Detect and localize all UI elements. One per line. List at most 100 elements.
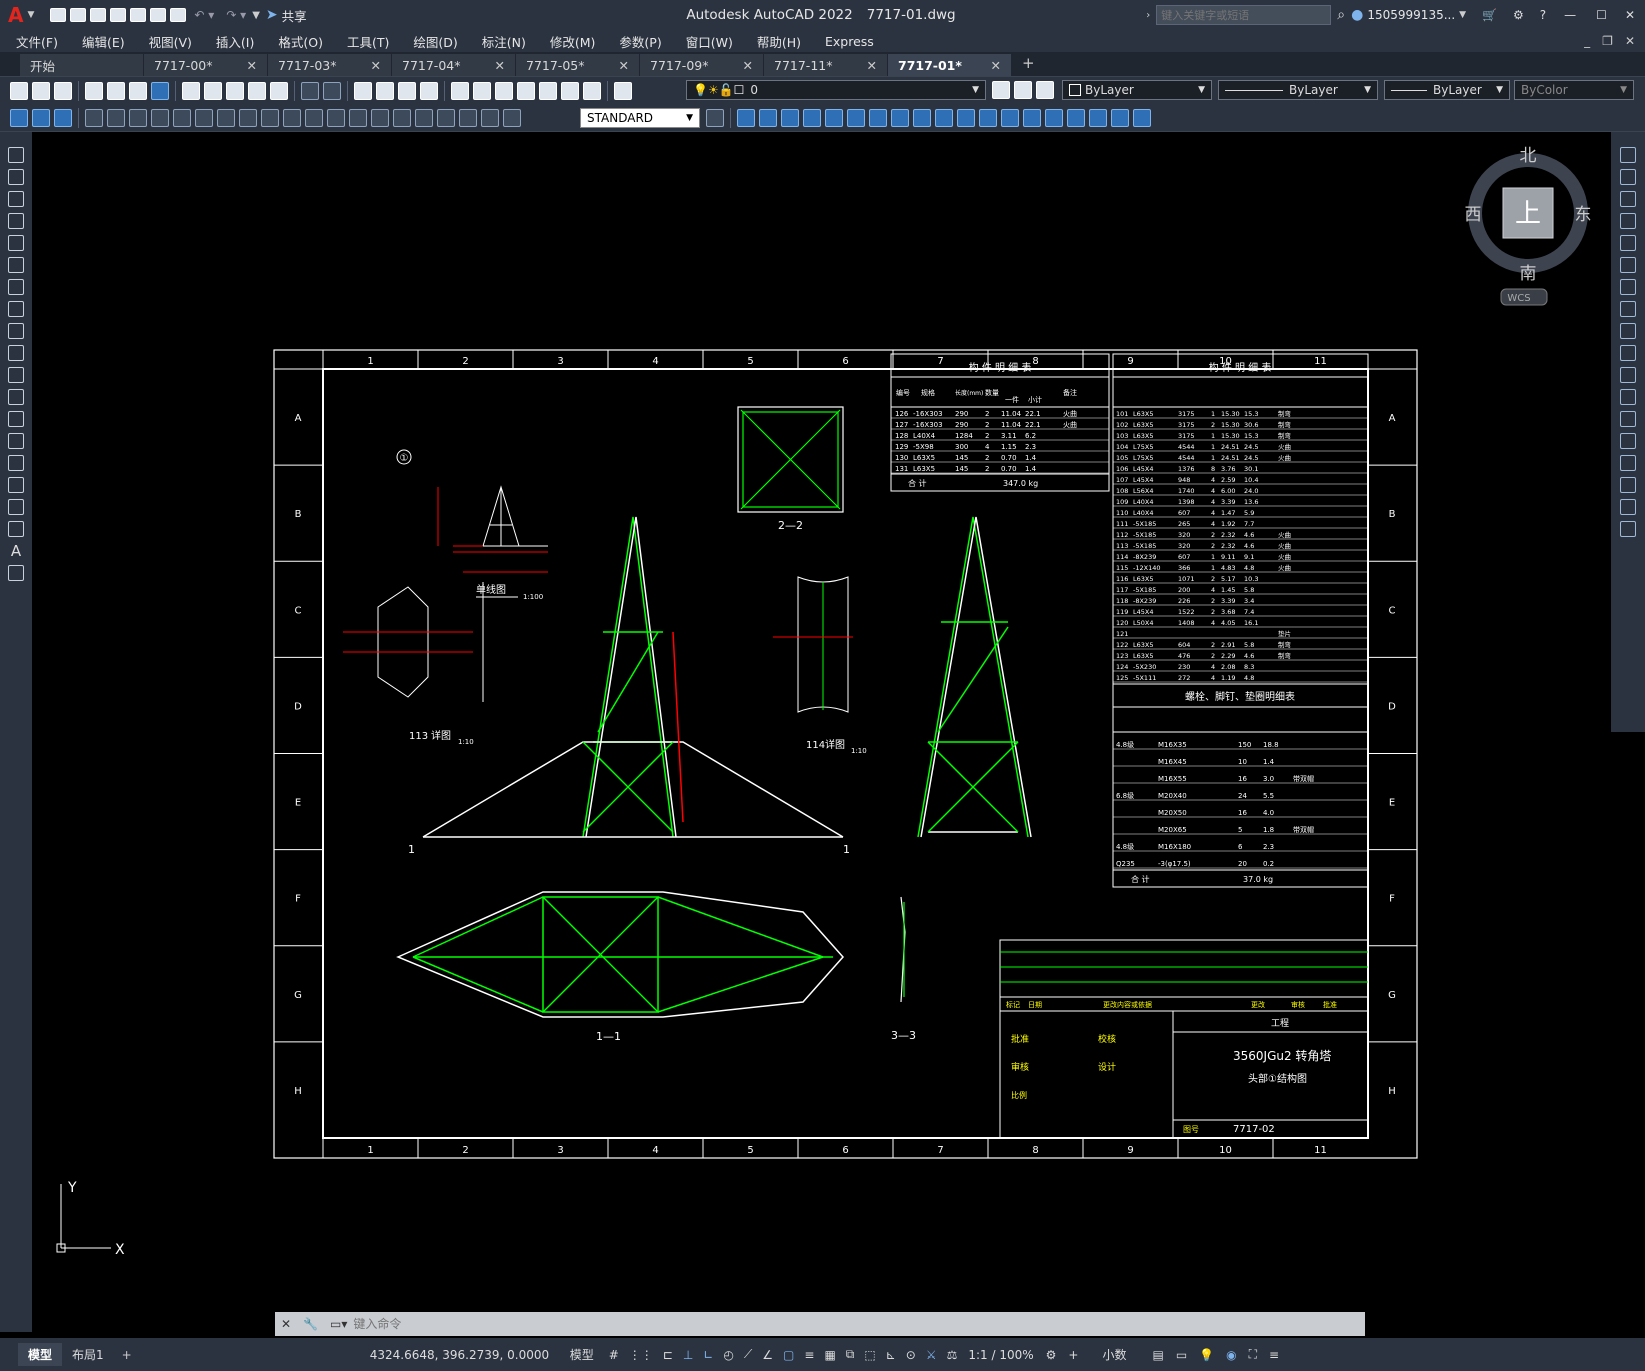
move-side-icon[interactable]	[1620, 257, 1636, 273]
tool-palettes-icon[interactable]	[495, 82, 513, 100]
plotstyle-dropdown[interactable]: ByColor ▼	[1514, 80, 1634, 100]
array-icon[interactable]	[803, 109, 821, 127]
viewcube-south[interactable]: 南	[1520, 264, 1537, 284]
coordinates[interactable]: 4324.6648, 396.2739, 0.0000	[370, 1348, 570, 1362]
gizmo-icon[interactable]: ⊙	[906, 1348, 916, 1362]
menu-modify[interactable]: 修改(M)	[538, 32, 608, 51]
publish-icon[interactable]	[129, 82, 147, 100]
polar-icon[interactable]: ◴	[723, 1348, 733, 1362]
construction-line-icon[interactable]	[8, 169, 24, 185]
sheet-set-icon[interactable]	[517, 82, 535, 100]
customize-qat-icon[interactable]: ▼	[252, 10, 260, 21]
blend-icon[interactable]	[1045, 109, 1063, 127]
draworder-icon[interactable]	[10, 109, 28, 127]
polyline-icon[interactable]	[8, 191, 24, 207]
match-prop-icon[interactable]	[248, 82, 266, 100]
jogged-linear-icon[interactable]	[437, 109, 455, 127]
qnew-icon[interactable]	[10, 82, 28, 100]
tab-layout1[interactable]: 布局1	[62, 1343, 114, 1366]
user-chevron-icon[interactable]: ▼	[1459, 10, 1466, 20]
offset-icon[interactable]	[781, 109, 799, 127]
ortho-icon[interactable]: ∟	[703, 1348, 713, 1362]
ellipse-arc-icon[interactable]	[8, 367, 24, 383]
zoom-window-icon[interactable]	[398, 82, 416, 100]
cmd-close-icon[interactable]: ✕	[281, 1317, 291, 1331]
dim-arc-icon[interactable]	[129, 109, 147, 127]
dim-angular-icon[interactable]	[239, 109, 257, 127]
customization-icon[interactable]: ≡	[1269, 1348, 1279, 1362]
maximize-icon[interactable]: ☐	[1596, 8, 1607, 22]
region-icon[interactable]	[8, 499, 24, 515]
otrack-icon[interactable]: ∠	[762, 1348, 773, 1362]
workspace-icon[interactable]: ⚙	[1046, 1348, 1057, 1362]
pan-icon[interactable]	[354, 82, 372, 100]
erase-icon[interactable]	[1089, 109, 1107, 127]
close-icon[interactable]: ✕	[1625, 8, 1635, 22]
properties-icon[interactable]	[451, 82, 469, 100]
trim-icon[interactable]	[913, 109, 931, 127]
dim-edit-icon[interactable]	[459, 109, 477, 127]
fillet-side-icon[interactable]	[1620, 477, 1636, 493]
dim-linear-icon[interactable]	[85, 109, 103, 127]
tab-7717-09[interactable]: 7717-09* ✕	[640, 54, 763, 76]
save-web-icon[interactable]	[150, 8, 167, 22]
dim-break-icon[interactable]	[349, 109, 367, 127]
copy-side-icon[interactable]	[1620, 169, 1636, 185]
tab-close-icon[interactable]: ✕	[371, 58, 381, 73]
edit-polyline-icon[interactable]	[1111, 109, 1129, 127]
polygon-icon[interactable]	[8, 213, 24, 229]
break-icon[interactable]	[957, 109, 975, 127]
menu-insert[interactable]: 插入(I)	[204, 32, 266, 51]
color-dropdown[interactable]: ByLayer ▼	[1062, 80, 1212, 100]
menu-help[interactable]: 帮助(H)	[745, 32, 813, 51]
chamfer-icon[interactable]	[1001, 109, 1019, 127]
share-button[interactable]: 共享	[282, 6, 307, 25]
dynamic-input-icon[interactable]: ⊥	[683, 1348, 693, 1362]
lock-ui-icon[interactable]: ▭	[1176, 1348, 1187, 1362]
a360-icon[interactable]: ⚙	[1513, 8, 1524, 22]
dim-space-icon[interactable]	[327, 109, 345, 127]
make-current-icon[interactable]	[992, 81, 1010, 99]
clean-screen-icon[interactable]: ⛶	[1249, 1347, 1257, 1362]
edit-spline-icon[interactable]	[1133, 109, 1151, 127]
3d-print-icon[interactable]	[151, 82, 169, 100]
new-tab-icon[interactable]: +	[1022, 54, 1035, 72]
mtext-icon[interactable]: A	[11, 542, 21, 560]
autoscale-icon[interactable]: ⚖	[947, 1348, 958, 1362]
scale-side-icon[interactable]	[1620, 301, 1636, 317]
menu-express[interactable]: Express	[813, 34, 886, 49]
center-mark-icon[interactable]	[393, 109, 411, 127]
preview-icon[interactable]	[107, 82, 125, 100]
plot-icon[interactable]	[170, 8, 187, 22]
dim-aligned-icon[interactable]	[107, 109, 125, 127]
isolate-objects-icon[interactable]: 💡	[1199, 1348, 1214, 1362]
ellipse-icon[interactable]	[8, 345, 24, 361]
join-icon[interactable]	[979, 109, 997, 127]
viewcube-east[interactable]: 东	[1575, 205, 1592, 225]
block-editor-icon[interactable]	[270, 82, 288, 100]
stretch-side-icon[interactable]	[1620, 323, 1636, 339]
viewcube[interactable]: 上 北 南 东 西 WCS	[1465, 146, 1592, 306]
extend-side-icon[interactable]	[1620, 367, 1636, 383]
dim-radius-icon[interactable]	[173, 109, 191, 127]
text-front-icon[interactable]	[32, 109, 50, 127]
model-space-toggle[interactable]: 模型	[570, 1346, 594, 1363]
menu-parameter[interactable]: 参数(P)	[607, 32, 673, 51]
arc-icon[interactable]	[8, 257, 24, 273]
dimstyle-icon[interactable]	[706, 109, 724, 127]
dynamic-ucs-icon[interactable]: ⊾	[886, 1348, 896, 1362]
insert-block-icon[interactable]	[8, 389, 24, 405]
mirror-icon[interactable]	[759, 109, 777, 127]
dim-jogged-icon[interactable]	[195, 109, 213, 127]
offset-side-icon[interactable]	[1620, 213, 1636, 229]
add-layout-icon[interactable]: +	[122, 1348, 132, 1362]
command-input[interactable]	[353, 1313, 1365, 1335]
array-side-icon[interactable]	[1620, 235, 1636, 251]
tab-7717-05[interactable]: 7717-05* ✕	[516, 54, 639, 76]
spline-icon[interactable]	[8, 323, 24, 339]
selection-cycling-icon[interactable]: ⧉	[846, 1347, 855, 1362]
minimize-icon[interactable]: —	[1564, 8, 1576, 22]
tab-7717-00[interactable]: 7717-00* ✕	[144, 54, 267, 76]
dim-tedit-icon[interactable]	[481, 109, 499, 127]
dim-continue-icon[interactable]	[305, 109, 323, 127]
